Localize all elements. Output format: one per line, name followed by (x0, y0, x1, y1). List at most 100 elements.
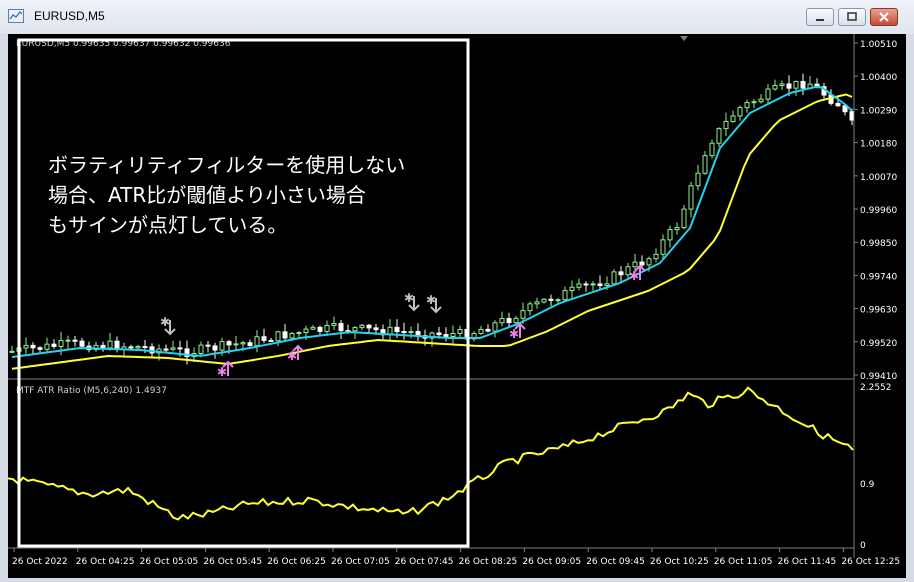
price-tick-label: 1.00400 (860, 73, 897, 83)
candle-body (219, 341, 225, 351)
price-tick-label: 1.00290 (860, 106, 897, 116)
price-tick-label: 0.99850 (860, 239, 897, 249)
candle-body (674, 227, 680, 231)
candle-body (765, 88, 771, 100)
close-icon (879, 12, 889, 22)
candle-body (772, 85, 778, 90)
indicator-tick-label: 0 (860, 541, 866, 551)
candle-body (541, 298, 547, 303)
indicator-value: 1.4937 (135, 386, 167, 396)
price-axis[interactable]: 1.00510 1.00400 1.00290 1.00180 1.00070 0.999… (854, 40, 897, 382)
indicator-params: (M5,6,240) (83, 386, 132, 396)
indicator-tick-label: 2.2552 (860, 383, 892, 393)
candle-body (457, 329, 463, 334)
candle-body (744, 102, 750, 109)
time-tick-label: 26 Oct 07:05 (331, 557, 390, 567)
candle-body (100, 344, 106, 349)
time-tick-label: 26 Oct 12:25 (841, 557, 900, 567)
candle-body (310, 326, 316, 330)
candle-body (527, 303, 533, 312)
close-button[interactable] (870, 8, 898, 26)
price-tick-label: 0.99410 (860, 372, 897, 382)
title-bar: EURUSD,M5 (0, 0, 914, 34)
candle-body (478, 328, 484, 335)
candle-body (443, 334, 449, 338)
candle-body (590, 283, 596, 286)
buy-star-icon: ✱ (509, 327, 519, 341)
time-tick-label: 26 Oct 09:05 (522, 557, 581, 567)
candle-body (660, 239, 666, 255)
candle-body (394, 326, 400, 333)
sell-star-icon: ✱ (160, 315, 170, 329)
candle-body (135, 346, 141, 349)
candle-body (695, 172, 701, 187)
candle-body (352, 327, 358, 332)
candle-body (835, 102, 841, 107)
candle-body (681, 208, 687, 229)
candle-body (30, 344, 36, 349)
candle-body (597, 283, 603, 287)
candle-body (247, 342, 253, 347)
candle-body (254, 336, 260, 347)
candle-body (436, 332, 442, 336)
minimize-button[interactable] (806, 8, 834, 26)
candle-body (716, 128, 722, 144)
time-tick-label: 26 Oct 2022 (12, 557, 68, 567)
candle-body (289, 332, 295, 339)
price-tick-label: 1.00070 (860, 173, 897, 183)
candle-body (618, 271, 624, 276)
candle-body (261, 336, 267, 341)
minimize-icon (816, 19, 824, 21)
candle-body (506, 318, 512, 324)
candle-body (702, 155, 708, 174)
price-tick-label: 0.99520 (860, 339, 897, 349)
annotation-text: ボラティリティフィルターを使用しない 場合、ATR比が閾値より小さい場合 もサイ… (48, 153, 406, 237)
candle-body (142, 346, 148, 349)
candle-body (737, 107, 743, 117)
indicator-axis[interactable]: 2.2552 0.9 0 (860, 383, 892, 551)
maximize-button[interactable] (838, 8, 866, 26)
candle-body (800, 80, 806, 89)
candle-body (604, 283, 610, 287)
atr-ratio-line (7, 386, 854, 521)
candle-body (23, 344, 29, 349)
terminal-window: EURUSD,M5 ✱ ✱ ✱ ✱ ✱ ✱ ✱ EURUSD,M5 0.99635 0.99… (0, 0, 914, 582)
candle-body (513, 317, 519, 324)
sell-star-icon: ✱ (426, 293, 436, 307)
candle-body (499, 318, 505, 324)
candle-body (296, 332, 302, 335)
candle-body (72, 339, 78, 342)
chart-canvas[interactable]: ✱✱✱✱✱✱ ✱ EURUSD,M5 0.99635 0.99637 0.9963… (7, 34, 906, 578)
candle-body (324, 324, 330, 332)
candle-body (331, 323, 337, 326)
maximize-icon (847, 12, 857, 21)
time-axis[interactable]: 26 Oct 2022 26 Oct 04:25 26 Oct 05:05 26 Oc… (12, 548, 900, 567)
candle-body (555, 299, 561, 302)
time-tick-label: 26 Oct 11:05 (714, 557, 773, 567)
sell-star-icon: ✱ (404, 291, 414, 305)
candle-body (212, 345, 218, 351)
price-tick-label: 1.00180 (860, 140, 897, 150)
candle-body (205, 344, 211, 347)
time-tick-label: 26 Oct 09:45 (586, 557, 645, 567)
candle-body (79, 340, 85, 347)
candle-body (338, 323, 344, 332)
candle-body (562, 290, 568, 301)
candle-body (170, 347, 176, 350)
candle-body (520, 310, 526, 319)
candle-body (450, 332, 456, 338)
candle-body (408, 331, 414, 334)
candle-body (359, 324, 365, 329)
chart-area[interactable]: ✱ ✱ ✱ ✱ ✱ ✱ ✱ EURUSD,M5 0.99635 0.99637 0.9963… (7, 34, 906, 578)
candle-body (709, 142, 715, 157)
candle-body (758, 98, 764, 103)
candle-body (639, 261, 645, 266)
candle-body (401, 331, 407, 334)
candle-body (51, 343, 57, 347)
window-title: EURUSD,M5 (34, 9, 105, 23)
candle-body (282, 331, 288, 339)
candle-body (751, 101, 757, 104)
candle-body (632, 261, 638, 268)
candle-body (688, 185, 694, 210)
chart-shift-marker[interactable] (680, 36, 688, 41)
